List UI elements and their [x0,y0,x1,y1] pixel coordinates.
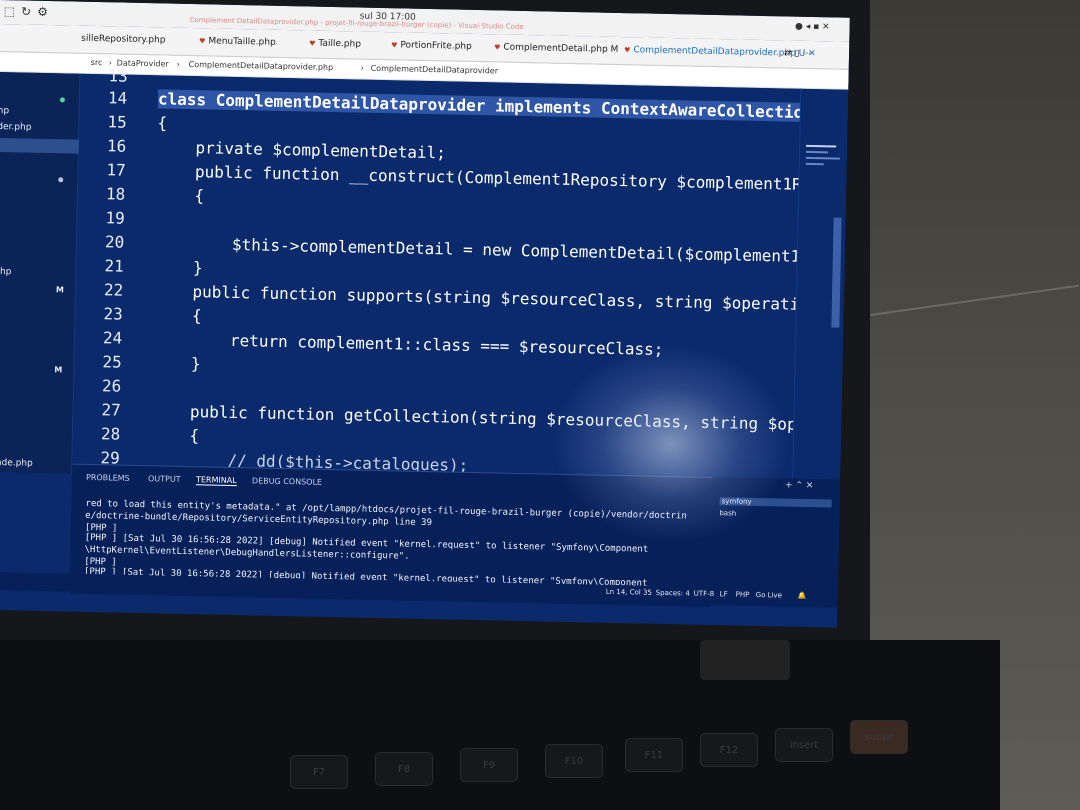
status-indentation[interactable]: Spaces: 4 [656,589,690,598]
line-number: 16 [106,136,127,156]
code-line[interactable]: } [154,257,203,277]
tab-taille[interactable]: ♥ Taille.php [309,38,361,50]
code-line[interactable]: public function __construct(Complement1R… [156,161,802,194]
keyboard-key: F7 [290,755,348,789]
tab-terminal[interactable]: TERMINAL [195,475,237,487]
status-eol[interactable]: LF [720,590,728,598]
line-number: 20 [104,232,125,252]
status-golive[interactable]: Go Live [756,591,782,600]
keyboard-key: F10 [545,744,603,778]
sidebar-item-selected[interactable] [0,137,80,154]
status-cursor-position[interactable]: Ln 14, Col 35 [606,588,652,597]
code-line[interactable]: private $complementDetail; [157,137,446,162]
line-number: 14 [107,88,128,108]
sidebar-item[interactable]: hp [0,106,9,116]
breadcrumb-root[interactable]: src [91,58,103,67]
code-line[interactable]: } [152,353,201,373]
modified-dot [58,177,64,183]
minimap-line [805,150,829,154]
modified-badge: M [54,365,63,375]
modified-badge: M [55,285,65,295]
line-number: 28 [100,424,121,444]
code-line[interactable]: return complement1::class === $resourceC… [153,329,664,359]
terminal-item-symfony[interactable]: symfony [719,497,832,508]
line-number: 22 [103,280,124,300]
breadcrumb-separator: › [360,63,364,73]
laptop-screen: ⬚↻⚙ Complement DetailDataprovider.php - … [0,0,850,628]
code-line[interactable]: public function getCollection(string $re… [151,401,797,434]
tab-silleRepository[interactable]: silleRepository.php [81,34,165,46]
code-editor[interactable]: 13 14 15 16 17 18 19 20 21 22 23 24 25 2… [72,66,803,479]
panel-controls-icon[interactable]: + ⌃ ✕ [785,481,814,492]
line-number: 19 [105,208,125,228]
code-line-class-declaration[interactable]: class ComplementDetailDataprovider imple… [157,89,803,122]
line-number: 23 [103,304,123,324]
code-line[interactable]: { [156,185,204,205]
explorer-sidebar: hp der.php php M M ande.php [0,71,81,474]
php-file-icon: ♥ [624,46,631,55]
line-number: 27 [101,400,121,420]
breadcrumb-file[interactable]: ComplementDetailDataprovider.php [189,60,334,72]
line-number: 15 [107,112,127,132]
breadcrumb-separator: › [176,59,180,69]
code-line[interactable]: { [157,113,167,132]
minimap-line [805,162,824,166]
nav-icons[interactable]: ⬚↻⚙ [4,4,54,19]
sidebar-item[interactable]: php [0,267,12,277]
untracked-dot [59,97,65,103]
line-number-gutter: 13 14 15 16 17 18 19 20 21 22 23 24 25 2… [72,66,150,467]
terminal-item-bash[interactable]: bash [719,509,736,517]
code-line[interactable]: $this->complementDetail = new Complement… [155,233,801,266]
tab-problems[interactable]: PROBLEMS [86,473,130,483]
tab-complementdetail[interactable]: ♥ ComplementDetail.php M [494,42,618,55]
sidebar-item[interactable]: ande.php [0,458,33,469]
minimap-line [805,156,840,160]
terminal-line: [PHP ] [84,522,118,534]
tab-debug-console[interactable]: DEBUG CONSOLE [252,476,322,486]
sidebar-item[interactable]: der.php [0,122,32,133]
php-file-icon: ♥ [309,39,316,48]
tab-menutaille[interactable]: ♥ MenuTaille.php [199,36,276,47]
keyboard-key: insert [775,728,833,762]
line-number: 21 [104,256,124,276]
line-number: 24 [102,328,123,348]
status-encoding[interactable]: UTF-8 [694,590,715,598]
editor-actions-icon[interactable]: ⇄ ▯ ⋯ [784,48,811,59]
keyboard-key: F12 [700,733,758,767]
line-number: 25 [102,352,122,372]
tab-portionfrite[interactable]: ♥ PortionFrite.php [391,40,472,51]
terminal-list: symfony bash [709,477,841,590]
line-number: 18 [105,184,126,204]
keyboard-key: F8 [375,752,433,786]
tab-output[interactable]: OUTPUT [148,474,181,484]
tray-icons[interactable]: ● ◂ ▪ ✕ [795,22,830,33]
minimap-line [806,144,837,148]
line-number: 13 [108,66,128,86]
code-line[interactable]: { [153,305,202,325]
line-number: 26 [101,376,122,396]
laptop-hinge [700,640,790,680]
line-number: 17 [106,160,126,180]
php-file-icon: ♥ [494,43,501,52]
code-line[interactable]: { [151,425,199,445]
notification-bell-icon[interactable]: 🔔 [798,592,807,600]
php-file-icon: ♥ [391,41,398,50]
status-language[interactable]: PHP [736,591,750,599]
keyboard-key: F11 [625,738,683,772]
keyboard-key: suppr [850,720,908,754]
terminal-line: [PHP ] [84,556,117,568]
system-clock: sul 30 17:00 [359,11,416,23]
breadcrumb-symbol[interactable]: ComplementDetailDataprovider [371,64,499,76]
keyboard-key: F9 [460,748,518,782]
code-line[interactable]: public function supports(string $resourc… [154,281,800,314]
php-file-icon: ♥ [199,37,206,46]
